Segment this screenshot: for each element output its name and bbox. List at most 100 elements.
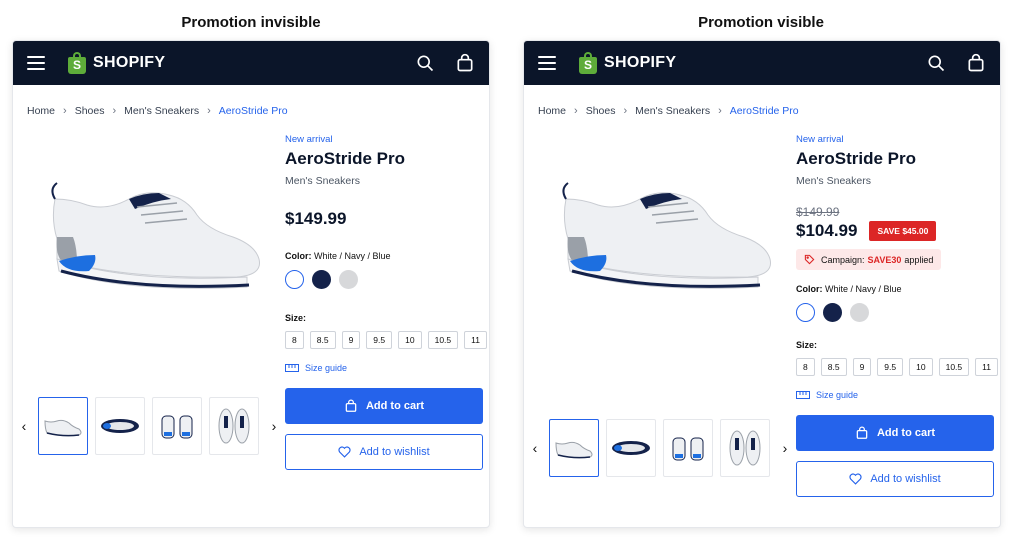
size-label: Size: <box>285 313 307 323</box>
chevron-left-icon[interactable]: ‹ <box>17 418 31 434</box>
size-guide-link[interactable]: Size guide <box>796 390 994 400</box>
color-swatches <box>285 270 483 289</box>
thumbnail-side[interactable] <box>549 419 599 477</box>
swatch-grey[interactable] <box>339 270 358 289</box>
brand-name: SHOPIFY <box>604 54 677 71</box>
breadcrumb-home[interactable]: Home <box>538 105 566 117</box>
shopping-bag-icon[interactable] <box>455 53 475 73</box>
product-info: New arrival AeroStride Pro Men's Sneaker… <box>285 129 487 470</box>
original-price: $149.99 <box>796 205 840 219</box>
product-title: AeroStride Pro <box>796 149 916 168</box>
thumbnail-back[interactable] <box>152 397 202 455</box>
size-option[interactable]: 11 <box>975 358 998 376</box>
shopping-bag-icon[interactable] <box>966 53 986 73</box>
size-options: 8 8.5 9 9.5 10 10.5 11 <box>796 358 998 376</box>
shopify-bag-icon: S <box>67 52 87 74</box>
size-option[interactable]: 10 <box>398 331 422 349</box>
brand-name: SHOPIFY <box>93 54 166 71</box>
campaign-banner: Campaign: SAVE30 applied <box>796 249 942 270</box>
ruler-icon <box>796 391 810 399</box>
swatch-navy[interactable] <box>823 303 842 322</box>
chevron-right-icon: › <box>574 105 578 117</box>
add-to-wishlist-button[interactable]: Add to wishlist <box>285 434 483 470</box>
chevron-left-icon[interactable]: ‹ <box>528 440 542 456</box>
add-to-cart-button[interactable]: Add to cart <box>285 388 483 424</box>
chevron-right-icon: › <box>623 105 628 117</box>
color-label: Color: White / Navy / Blue <box>285 251 391 261</box>
product-page-no-promo: S SHOPIFY Home › Shoes › Men's Sneakers … <box>12 40 490 528</box>
color-label: Color: White / Navy / Blue <box>796 284 902 294</box>
brand-logo[interactable]: S SHOPIFY <box>578 52 676 74</box>
thumbnail-carousel: ‹ › <box>17 397 281 455</box>
heart-icon <box>338 446 351 458</box>
size-option[interactable]: 10.5 <box>938 358 970 376</box>
product-hero-image <box>51 182 261 289</box>
chevron-right-icon[interactable]: › <box>267 418 281 434</box>
chevron-right-icon: › <box>718 105 722 117</box>
size-option[interactable]: 9.5 <box>877 358 904 376</box>
thumbnail-sole[interactable] <box>606 419 656 477</box>
breadcrumb-mens-sneakers[interactable]: Men's Sneakers <box>124 105 199 117</box>
size-options: 8 8.5 9 9.5 10 10.5 11 <box>285 331 487 349</box>
product-category: Men's Sneakers <box>285 175 360 187</box>
menu-icon[interactable] <box>27 56 45 70</box>
breadcrumb-current: AeroStride Pro <box>218 105 288 117</box>
size-option[interactable]: 10.5 <box>427 331 459 349</box>
top-navbar: S SHOPIFY <box>524 41 1000 85</box>
product-hero-image <box>562 182 772 289</box>
save-badge: SAVE $45.00 <box>869 221 937 241</box>
size-option[interactable]: 8.5 <box>820 358 847 376</box>
thumbnail-side[interactable] <box>38 397 88 455</box>
swatch-grey[interactable] <box>850 303 869 322</box>
product-category: Men's Sneakers <box>796 175 871 187</box>
chevron-right-icon: › <box>207 105 211 117</box>
chevron-right-icon[interactable]: › <box>778 440 792 456</box>
brand-logo[interactable]: S SHOPIFY <box>67 52 165 74</box>
chevron-right-icon: › <box>63 105 67 117</box>
shopify-bag-icon: S <box>578 52 598 74</box>
breadcrumb: Home › Shoes › Men's Sneakers › AeroStri… <box>13 93 489 129</box>
thumbnail-top[interactable] <box>720 419 770 477</box>
breadcrumb-shoes[interactable]: Shoes <box>586 105 616 117</box>
add-to-wishlist-button[interactable]: Add to wishlist <box>796 461 994 497</box>
size-option[interactable]: 8 <box>285 331 304 349</box>
thumbnail-sole[interactable] <box>95 397 145 455</box>
heart-icon <box>849 473 862 485</box>
size-label: Size: <box>796 340 818 350</box>
thumbnail-carousel: ‹ › <box>528 419 792 477</box>
menu-icon[interactable] <box>538 56 556 70</box>
swatch-white[interactable] <box>796 303 815 322</box>
product-page-with-promo: S SHOPIFY Home › Shoes › Men's Sneakers … <box>523 40 1001 528</box>
size-option[interactable]: 9 <box>852 358 872 376</box>
swatch-white[interactable] <box>285 270 304 289</box>
color-swatches <box>796 303 994 322</box>
new-arrival-badge: New arrival <box>285 134 333 145</box>
search-icon[interactable] <box>415 53 435 73</box>
product-price: $149.99 <box>285 209 347 228</box>
size-guide-link[interactable]: Size guide <box>285 363 483 373</box>
sale-price: $104.99 <box>796 221 858 240</box>
size-option[interactable]: 9.5 <box>366 331 393 349</box>
size-option[interactable]: 8 <box>796 358 815 376</box>
new-arrival-badge: New arrival <box>796 134 844 145</box>
thumbnail-back[interactable] <box>663 419 713 477</box>
add-to-cart-button[interactable]: Add to cart <box>796 415 994 451</box>
chevron-right-icon: › <box>112 105 117 117</box>
product-info: New arrival AeroStride Pro Men's Sneaker… <box>796 129 998 497</box>
top-navbar: S SHOPIFY <box>13 41 489 85</box>
swatch-navy[interactable] <box>312 270 331 289</box>
size-option[interactable]: 10 <box>909 358 933 376</box>
breadcrumb: Home › Shoes › Men's Sneakers › AeroStri… <box>524 93 1000 129</box>
thumbnail-top[interactable] <box>209 397 259 455</box>
breadcrumb-shoes[interactable]: Shoes <box>75 105 105 117</box>
breadcrumb-mens-sneakers[interactable]: Men's Sneakers <box>635 105 710 117</box>
breadcrumb-home[interactable]: Home <box>27 105 55 117</box>
caption-promotion-invisible: Promotion invisible <box>181 14 321 31</box>
size-option[interactable]: 8.5 <box>309 331 336 349</box>
product-title: AeroStride Pro <box>285 149 405 168</box>
search-icon[interactable] <box>926 53 946 73</box>
shopping-bag-icon <box>345 399 357 412</box>
size-option[interactable]: 11 <box>464 331 487 349</box>
caption-promotion-visible: Promotion visible <box>698 14 824 31</box>
size-option[interactable]: 9 <box>341 331 361 349</box>
